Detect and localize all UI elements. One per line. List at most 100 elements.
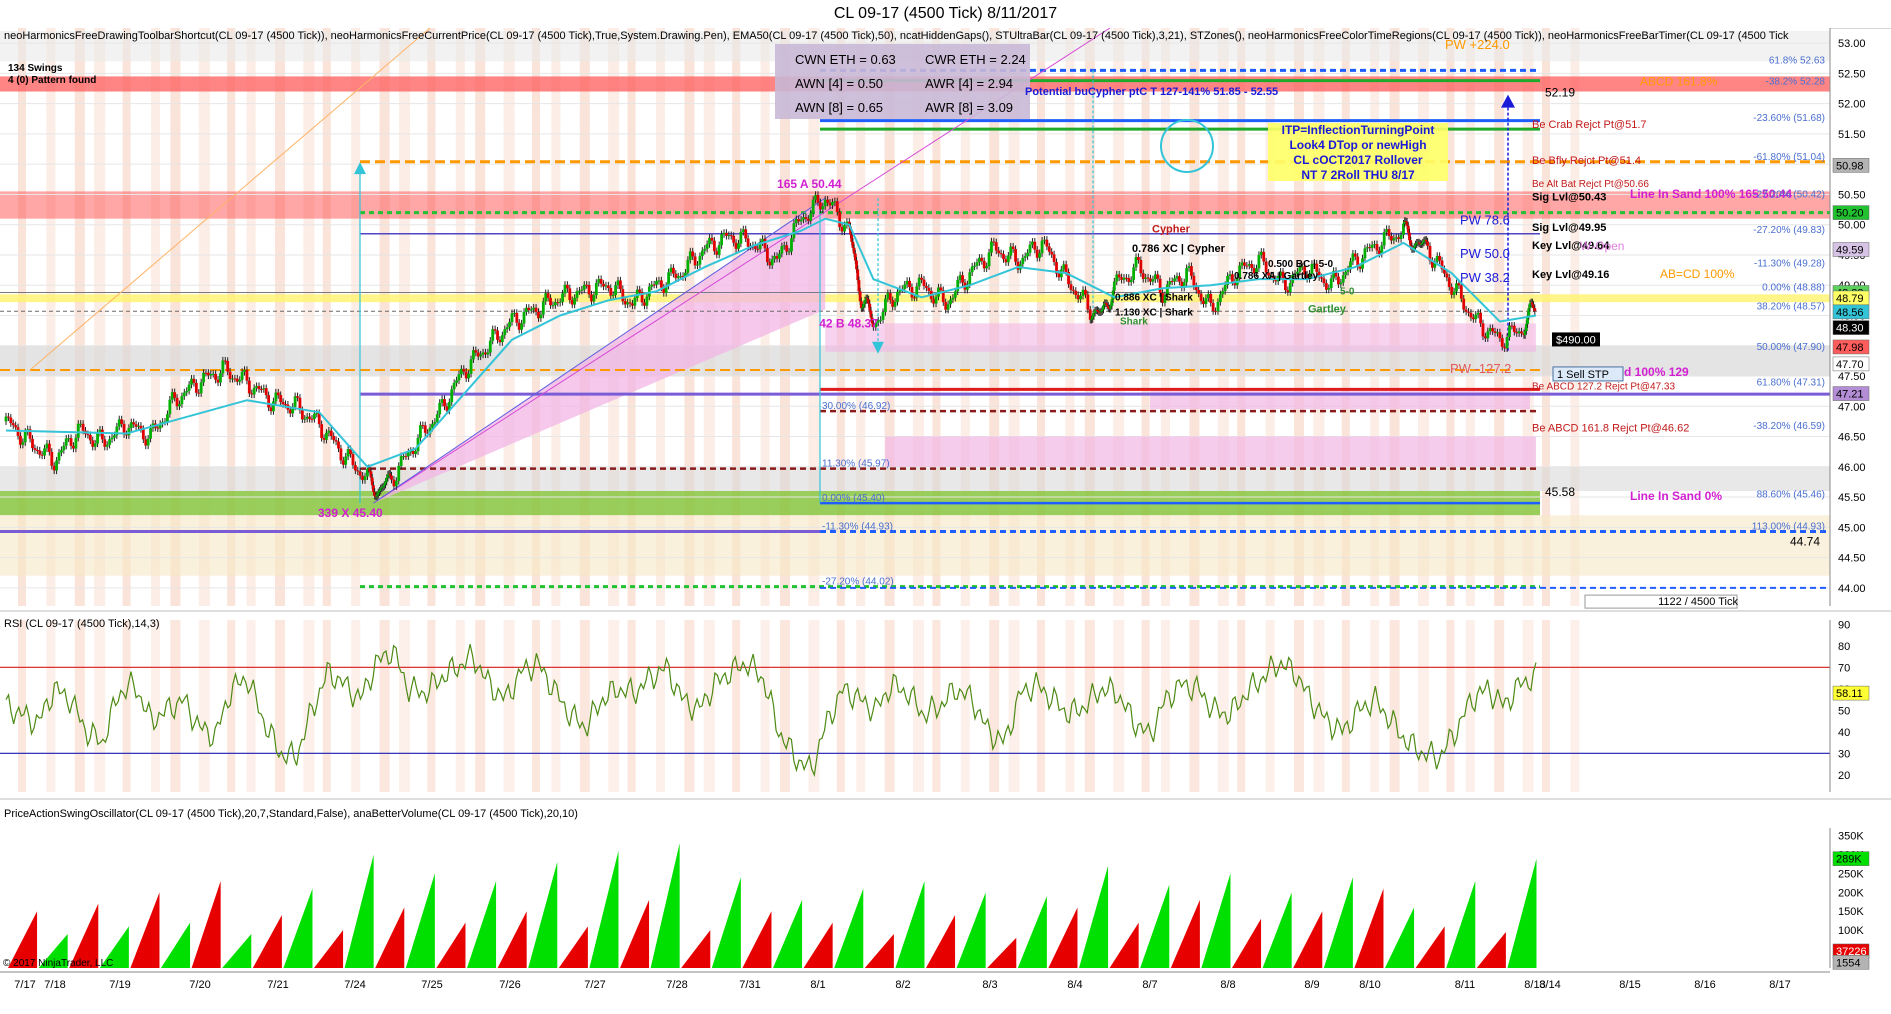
- candle-body: [833, 201, 837, 203]
- candle-body: [35, 449, 39, 451]
- time-tick-label: 7/21: [267, 979, 288, 991]
- candle-body: [397, 465, 401, 481]
- candle-body: [1462, 298, 1466, 310]
- candle-body: [166, 414, 169, 422]
- time-tick-label: 8/17: [1769, 979, 1790, 991]
- candle-body: [1240, 262, 1244, 266]
- candle-body: [1474, 314, 1478, 320]
- candle-body: [1129, 279, 1133, 283]
- candle-body: [958, 275, 962, 280]
- candle-body: [74, 437, 78, 449]
- pw-label: PW -127.2: [1450, 361, 1511, 376]
- candle-body: [1324, 283, 1328, 290]
- candle-body: [797, 219, 801, 222]
- time-region: [1265, 620, 1275, 792]
- candle-body: [520, 323, 524, 330]
- candle-body: [1370, 244, 1374, 248]
- candle-body: [879, 319, 883, 321]
- oscillator-label: PriceActionSwingOscillator(CL 09-17 (450…: [4, 808, 578, 820]
- rsi-tick-label: 70: [1838, 662, 1850, 674]
- candle-body: [187, 384, 191, 391]
- candle-body: [406, 452, 410, 457]
- candle-body: [693, 256, 697, 266]
- candle-body: [243, 369, 246, 372]
- candle-body: [659, 280, 663, 288]
- candle-body: [1206, 293, 1210, 299]
- candle-body: [1033, 241, 1037, 250]
- swing-wave: [528, 862, 558, 968]
- candle-body: [149, 428, 152, 439]
- chart-area[interactable]: CWN ETH = 0.63 CWR ETH = 2.24 AWN [4] = 0.…: [0, 28, 1891, 1014]
- price-tick-label: 50.50: [1838, 189, 1866, 201]
- candle-body: [1320, 277, 1323, 279]
- candle-body: [443, 399, 446, 407]
- fib-label: -27.20% (50.42): [1753, 189, 1825, 200]
- candle-body: [479, 354, 483, 357]
- time-region: [122, 620, 131, 792]
- candle-body: [970, 266, 974, 273]
- time-region: [579, 620, 590, 792]
- rsi-series: [5, 643, 1537, 778]
- candle-body: [228, 371, 232, 379]
- candle-body: [40, 454, 44, 456]
- candle-body: [912, 297, 916, 299]
- candle-body: [592, 295, 596, 302]
- price-panel[interactable]: CWN ETH = 0.63 CWR ETH = 2.24 AWN [4] = 0.…: [0, 28, 1870, 609]
- osc-tick-label: 200K: [1838, 887, 1864, 899]
- candle-body: [1344, 271, 1348, 276]
- candle-body: [920, 277, 923, 280]
- candle-body: [934, 296, 938, 304]
- candle-body: [1124, 277, 1128, 279]
- time-region: [960, 620, 970, 792]
- candle-body: [582, 284, 586, 290]
- candle-body: [1004, 259, 1008, 263]
- candle-body: [194, 382, 198, 393]
- candle-body: [1146, 277, 1150, 279]
- candle-body: [1079, 295, 1083, 300]
- candle-body: [980, 257, 984, 262]
- candle-body: [729, 235, 733, 237]
- key-level: Key Lvl@49.16: [1532, 269, 1609, 281]
- candle-body: [129, 422, 133, 428]
- time-region: [1542, 620, 1550, 792]
- candle-body: [481, 352, 485, 355]
- time-region: [913, 620, 924, 792]
- candle-body: [394, 480, 398, 487]
- time-region: [1341, 620, 1350, 792]
- candle-body: [86, 434, 90, 436]
- candle-body: [818, 202, 822, 210]
- oscillator-panel[interactable]: 50K100K150K200K250K300K350K289K372261554…: [0, 798, 1891, 970]
- candle-body: [688, 251, 692, 260]
- candle-body: [1192, 275, 1196, 287]
- candle-body: [985, 266, 989, 269]
- swing-wave: [1079, 865, 1109, 968]
- swing-wave: [1323, 877, 1353, 968]
- candle-body: [633, 297, 637, 306]
- candle-body: [994, 242, 998, 251]
- candle-body: [346, 449, 350, 457]
- candle-body: [782, 245, 786, 247]
- time-region: [503, 620, 515, 792]
- rsi-panel[interactable]: 203040506070809058.11 RSI (CL 09-17 (450…: [0, 610, 1891, 792]
- price-badge-label: 48.56: [1836, 307, 1864, 319]
- candle-body: [1505, 337, 1509, 349]
- candle-body: [558, 301, 562, 303]
- rsi-badge-label: 58.11: [1836, 688, 1863, 700]
- candle-body: [503, 329, 507, 336]
- price-tick-label: 52.00: [1838, 99, 1866, 111]
- candle-body: [33, 448, 37, 450]
- candle-body: [925, 285, 928, 288]
- candle-body: [953, 291, 957, 298]
- candle-body: [1339, 282, 1343, 285]
- candle-body: [1247, 264, 1251, 266]
- swing-wave: [650, 843, 680, 968]
- pattern-label: 0.786 XA | Gartley: [1234, 271, 1319, 282]
- candle-body: [459, 368, 463, 375]
- candle-body: [72, 445, 75, 449]
- candle-body: [1467, 311, 1470, 313]
- price-tick-label: 47.50: [1838, 371, 1866, 383]
- time-region: [322, 620, 331, 792]
- candle-body: [105, 444, 109, 447]
- candle-body: [546, 293, 550, 298]
- candle-body: [676, 276, 680, 279]
